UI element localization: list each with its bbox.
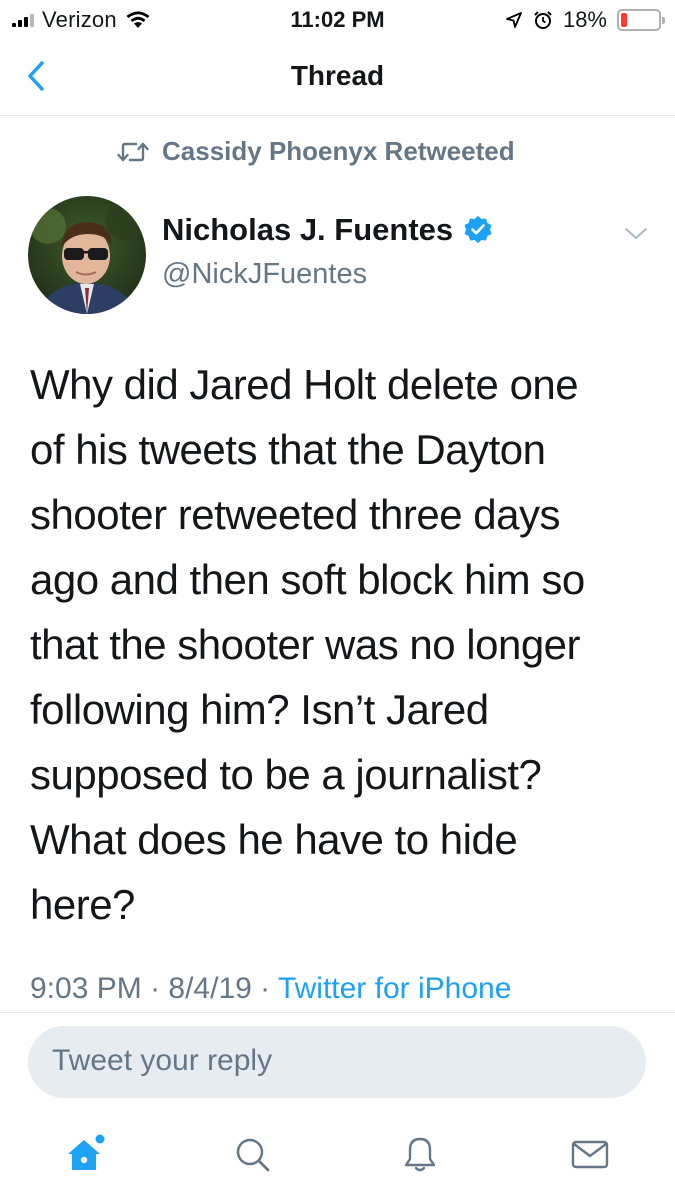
status-bar-right: 18%	[505, 7, 665, 33]
alarm-icon	[534, 11, 552, 29]
author-name[interactable]: Nicholas J. Fuentes	[162, 212, 493, 248]
tab-bar	[0, 1110, 675, 1200]
retweet-context[interactable]: Cassidy Phoenyx Retweeted	[116, 136, 515, 167]
tweet-text: Why did Jared Holt delete one of his twe…	[30, 352, 650, 937]
meta-separator: ·	[251, 972, 278, 1005]
search-icon	[236, 1138, 270, 1172]
chevron-down-icon	[625, 228, 647, 239]
tweet-meta: 9:03 PM · 8/4/19 · Twitter for iPhone	[30, 972, 511, 1006]
reply-input[interactable]: Tweet your reply	[28, 1026, 646, 1098]
tweet-time: 9:03 PM	[30, 972, 142, 1005]
tab-notifications[interactable]	[396, 1130, 444, 1178]
divider	[0, 1012, 675, 1013]
tab-home[interactable]	[62, 1130, 110, 1178]
home-icon	[68, 1134, 105, 1170]
bell-icon	[404, 1137, 436, 1172]
avatar-image	[28, 196, 146, 314]
battery-percent: 18%	[562, 7, 607, 32]
author-display-name: Nicholas J. Fuentes	[162, 212, 454, 247]
retweet-context-label: Cassidy Phoenyx Retweeted	[162, 136, 515, 166]
tweet-text-line: What does he have to hide	[30, 816, 518, 863]
location-arrow-icon	[506, 12, 522, 28]
tweet-text-line: Why did Jared Holt delete one	[30, 361, 579, 408]
tweet-date: 8/4/19	[168, 972, 252, 1005]
author-handle[interactable]: @NickJFuentes	[162, 258, 367, 291]
verified-badge-icon	[464, 216, 492, 243]
tweet-source-link[interactable]: Twitter for iPhone	[278, 972, 511, 1005]
tweet-text-line: following him? Isn’t Jared	[30, 686, 489, 733]
tweet-text-line: supposed to be a journalist?	[30, 751, 542, 798]
tweet-text-line: that the shooter was no longer	[30, 621, 581, 668]
reply-placeholder: Tweet your reply	[52, 1044, 273, 1077]
battery-icon	[617, 9, 665, 31]
tweet-text-line: ago and then soft block him so	[30, 556, 585, 603]
mail-icon	[571, 1140, 609, 1169]
tweet-text-line: of his tweets that the Dayton	[30, 426, 546, 473]
meta-separator: ·	[141, 972, 169, 1005]
tweet-text-line: shooter retweeted three days	[30, 491, 561, 538]
nav-bar: Thread	[0, 40, 675, 116]
status-bar: Verizon 11:02 PM 18%	[0, 0, 675, 40]
tweet-text-line: here?	[30, 881, 135, 928]
avatar[interactable]	[28, 196, 146, 314]
tab-messages[interactable]	[566, 1130, 614, 1178]
tab-search[interactable]	[228, 1130, 276, 1178]
retweet-icon	[117, 142, 149, 161]
page-title: Thread	[290, 60, 385, 91]
tweet-options-button[interactable]	[623, 226, 649, 247]
